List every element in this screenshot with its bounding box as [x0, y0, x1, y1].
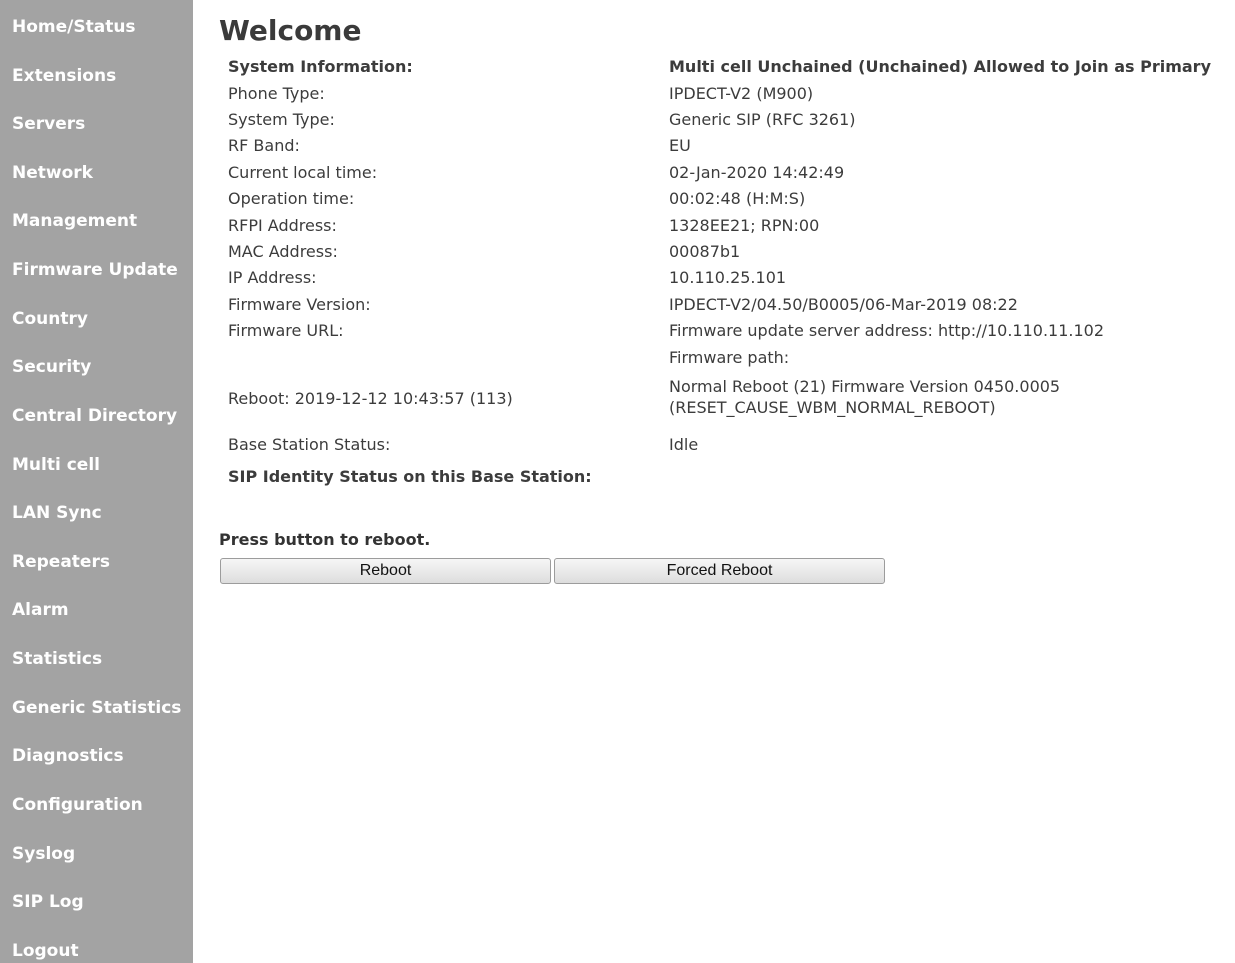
- info-value: 00:02:48 (H:M:S): [669, 189, 806, 208]
- info-label: Phone Type:: [228, 84, 325, 103]
- sidebar-item-generic-statistics[interactable]: Generic Statistics: [12, 698, 181, 718]
- sidebar-item-alarm[interactable]: Alarm: [12, 600, 69, 620]
- info-value: 10.110.25.101: [669, 268, 787, 287]
- info-label: Operation time:: [228, 189, 355, 208]
- info-value: IPDECT-V2 (M900): [669, 84, 814, 103]
- reboot-reason-line2: (RESET_CAUSE_WBM_NORMAL_REBOOT): [669, 398, 996, 417]
- sidebar-item-repeaters[interactable]: Repeaters: [12, 552, 110, 572]
- info-value: 1328EE21; RPN:00: [669, 216, 820, 235]
- base-station-status-label: Base Station Status:: [228, 435, 391, 454]
- base-station-status-value: Idle: [669, 435, 699, 454]
- sidebar-nav: Home/Status Extensions Servers Network M…: [0, 0, 193, 963]
- sidebar-item-management[interactable]: Management: [12, 211, 137, 231]
- info-label: MAC Address:: [228, 242, 338, 261]
- system-info-value: Multi cell Unchained (Unchained) Allowed…: [669, 57, 1211, 76]
- sidebar-item-security[interactable]: Security: [12, 357, 91, 377]
- sidebar-item-firmware-update[interactable]: Firmware Update: [12, 260, 178, 280]
- sidebar-item-sip-log[interactable]: SIP Log: [12, 892, 84, 912]
- info-label: Current local time:: [228, 163, 378, 182]
- info-value: EU: [669, 136, 691, 155]
- forced-reboot-button[interactable]: Forced Reboot: [554, 558, 885, 584]
- info-label: Firmware URL:: [228, 321, 344, 340]
- sidebar-item-multi-cell[interactable]: Multi cell: [12, 455, 100, 475]
- sidebar-item-network[interactable]: Network: [12, 163, 93, 183]
- sidebar-item-diagnostics[interactable]: Diagnostics: [12, 746, 124, 766]
- reboot-reason-line1: Normal Reboot (21) Firmware Version 0450…: [669, 377, 1061, 396]
- system-info-label: System Information:: [228, 57, 413, 76]
- info-label: Firmware Version:: [228, 295, 371, 314]
- info-label: System Type:: [228, 110, 335, 129]
- sidebar-item-home-status[interactable]: Home/Status: [12, 17, 136, 37]
- info-value: Generic SIP (RFC 3261): [669, 110, 856, 129]
- firmware-path: Firmware path:: [669, 348, 790, 367]
- sidebar-item-servers[interactable]: Servers: [12, 114, 85, 134]
- sidebar-item-extensions[interactable]: Extensions: [12, 66, 116, 86]
- info-label: IP Address:: [228, 268, 317, 287]
- sidebar-item-country[interactable]: Country: [12, 309, 88, 329]
- reboot-label: Reboot: 2019-12-12 10:43:57 (113): [228, 389, 513, 408]
- sip-identity-status-label: SIP Identity Status on this Base Station…: [228, 467, 592, 486]
- sidebar-item-syslog[interactable]: Syslog: [12, 844, 75, 864]
- page-title: Welcome: [219, 14, 362, 47]
- sidebar-item-logout[interactable]: Logout: [12, 941, 79, 961]
- sidebar-item-statistics[interactable]: Statistics: [12, 649, 102, 669]
- sidebar-item-lan-sync[interactable]: LAN Sync: [12, 503, 102, 523]
- info-label: RFPI Address:: [228, 216, 337, 235]
- reboot-heading: Press button to reboot.: [219, 530, 431, 549]
- sidebar-item-central-directory[interactable]: Central Directory: [12, 406, 177, 426]
- info-label: RF Band:: [228, 136, 300, 155]
- reboot-button[interactable]: Reboot: [220, 558, 551, 584]
- info-value: 02-Jan-2020 14:42:49: [669, 163, 845, 182]
- info-value: 00087b1: [669, 242, 741, 261]
- sidebar-item-configuration[interactable]: Configuration: [12, 795, 143, 815]
- info-value: IPDECT-V2/04.50/B0005/06-Mar-2019 08:22: [669, 295, 1018, 314]
- info-value: Firmware update server address: http://1…: [669, 321, 1105, 340]
